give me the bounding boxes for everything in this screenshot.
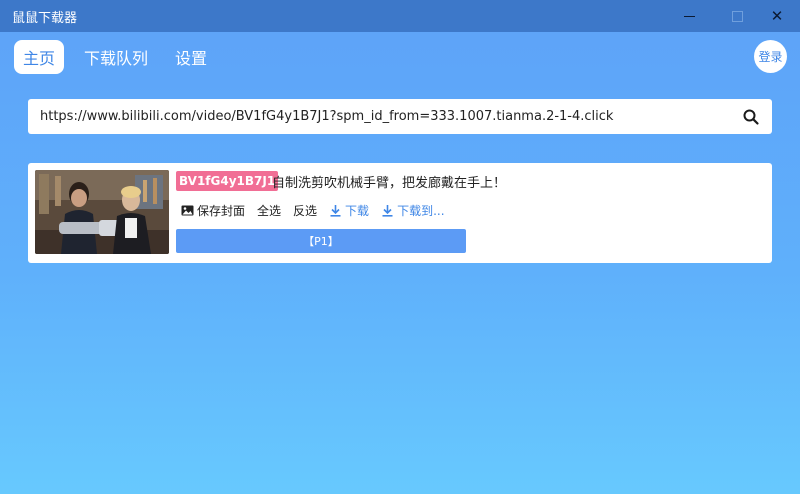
action-row: 保存封面 全选 反选 下载 下载到... (181, 201, 457, 219)
select-all-label: 全选 (257, 203, 282, 218)
download-to-label: 下载到... (397, 203, 445, 218)
minimize-button[interactable] (666, 0, 712, 32)
minimize-icon (683, 15, 695, 17)
download-to-icon (382, 204, 393, 217)
part-p1-button[interactable]: 【P1】 (176, 229, 466, 253)
video-thumbnail[interactable] (35, 170, 169, 254)
invert-selection-button[interactable]: 反选 (293, 202, 317, 219)
image-icon (181, 205, 194, 215)
invert-selection-label: 反选 (293, 203, 318, 218)
download-icon (330, 204, 341, 217)
maximize-icon (731, 10, 743, 22)
login-button[interactable]: 登录 (754, 40, 787, 73)
download-button[interactable]: 下载 (329, 202, 369, 219)
save-cover-button[interactable]: 保存封面 (181, 202, 245, 219)
tab-download-queue[interactable]: 下载队列 (76, 40, 156, 74)
tab-settings[interactable]: 设置 (166, 40, 216, 74)
search-icon[interactable] (742, 108, 760, 126)
download-to-button[interactable]: 下载到... (381, 202, 445, 219)
title-bar: 鼠鼠下载器 ✕ (0, 0, 800, 32)
save-cover-label: 保存封面 (197, 203, 246, 218)
video-title: 自制洗剪吹机械手臂，把发廊戴在手上！ (272, 176, 507, 191)
search-bar (28, 99, 772, 134)
url-input[interactable] (40, 99, 730, 134)
download-label: 下载 (345, 203, 370, 218)
video-result-card: BV1fG4y1B7J1 自制洗剪吹机械手臂，把发廊戴在手上！ 保存封面 全选 … (28, 163, 772, 263)
close-icon: ✕ (770, 6, 784, 25)
app-title: 鼠鼠下载器 (12, 11, 78, 26)
select-all-button[interactable]: 全选 (257, 202, 281, 219)
close-button[interactable]: ✕ (754, 0, 800, 32)
tab-home[interactable]: 主页 (14, 40, 64, 74)
bvid-badge: BV1fG4y1B7J1 (176, 171, 279, 191)
